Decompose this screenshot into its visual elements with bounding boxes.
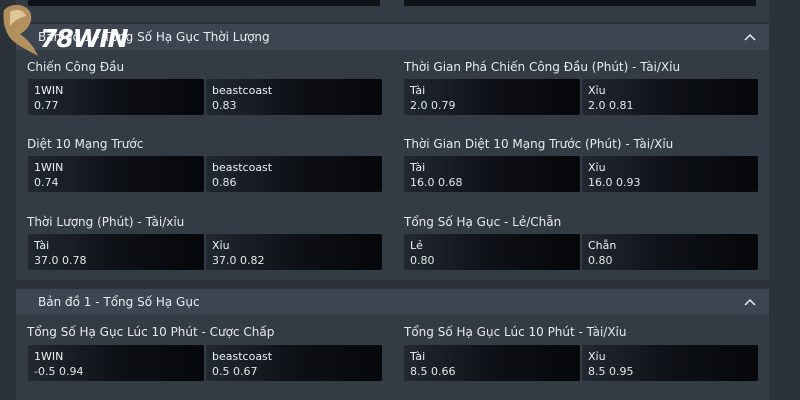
market-title: Diệt 10 Mạng Trước	[27, 137, 144, 151]
section-title: Bản đồ 1 - Tổng Số Hạ Gục	[38, 295, 200, 309]
logo-text: 78WIN	[40, 24, 129, 53]
market-title: Tổng Số Hạ Gục - Lẻ/Chẵn	[404, 215, 562, 229]
option-label: Tài	[410, 84, 426, 97]
market-title: Tổng Số Hạ Gục Lúc 10 Phút - Cược Chấp	[27, 325, 275, 339]
odds-option[interactable]: Tài 8.5 0.66	[404, 345, 580, 381]
option-odds: 8.5 0.66	[410, 365, 456, 378]
option-label: beastcoast	[212, 350, 273, 363]
chevron-up-icon[interactable]	[743, 30, 757, 44]
option-odds: 0.83	[212, 99, 237, 112]
odds-option[interactable]: Tài 16.0 0.68	[404, 156, 580, 192]
market-title: Thời Lượng (Phút) - Tài/xỉu	[27, 215, 185, 229]
option-odds: 0.80	[588, 254, 613, 267]
odds-option[interactable]: Xỉu 16.0 0.93	[582, 156, 758, 192]
brand-logo: 78WIN	[0, 0, 160, 60]
option-odds: 0.77	[34, 99, 59, 112]
odds-option[interactable]: Xỉu 2.0 0.81	[582, 79, 758, 115]
odds-option[interactable]: Xỉu 37.0 0.82	[206, 234, 382, 270]
odds-option[interactable]: beastcoast 0.83	[206, 79, 382, 115]
odds-option[interactable]: Xỉu 8.5 0.95	[582, 345, 758, 381]
section-header[interactable]: Bản đồ 1 - Tổng Số Hạ Gục	[16, 289, 769, 315]
option-odds: 16.0 0.93	[588, 176, 641, 189]
option-odds: 0.5 0.67	[212, 365, 258, 378]
option-label: Chẵn	[588, 239, 617, 252]
option-label: 1WIN	[34, 84, 64, 97]
odds-option[interactable]: 1WIN 0.74	[28, 156, 204, 192]
option-label: Tài	[410, 350, 426, 363]
odds-option[interactable]: Chẵn 0.80	[582, 234, 758, 270]
market-title: Tổng Số Hạ Gục Lúc 10 Phút - Tài/Xỉu	[404, 325, 627, 339]
option-odds: 37.0 0.78	[34, 254, 87, 267]
market-title: Chiến Công Đầu	[27, 60, 125, 74]
odds-option[interactable]: beastcoast 0.86	[206, 156, 382, 192]
odds-option[interactable]: beastcoast 0.5 0.67	[206, 345, 382, 381]
option-odds: 0.80	[410, 254, 435, 267]
option-label: Xỉu	[588, 84, 606, 97]
option-label: beastcoast	[212, 161, 273, 174]
option-label: Xỉu	[588, 350, 606, 363]
option-label: Xỉu	[588, 161, 606, 174]
option-label: Lẻ	[410, 239, 423, 252]
option-label: Tài	[410, 161, 426, 174]
option-label: Xỉu	[212, 239, 230, 252]
odds-option[interactable]: 1WIN -0.5 0.94	[28, 345, 204, 381]
option-odds: 0.74	[34, 176, 59, 189]
option-odds: 8.5 0.95	[588, 365, 634, 378]
odds-option[interactable]: Lẻ 0.80	[404, 234, 580, 270]
chevron-up-icon[interactable]	[743, 295, 757, 309]
market-title: Thời Gian Diệt 10 Mạng Trước (Phút) - Tà…	[404, 137, 674, 151]
option-label: 1WIN	[34, 161, 64, 174]
market-title: Thời Gian Phá Chiến Công Đầu (Phút) - Tà…	[404, 60, 681, 74]
option-odds: 2.0 0.81	[588, 99, 634, 112]
option-label: 1WIN	[34, 350, 64, 363]
option-odds: 16.0 0.68	[410, 176, 463, 189]
odds-option[interactable]: Tài 2.0 0.79	[404, 79, 580, 115]
odds-option[interactable]: 1WIN 0.77	[28, 79, 204, 115]
option-odds: 0.86	[212, 176, 237, 189]
option-label: beastcoast	[212, 84, 273, 97]
option-odds: -0.5 0.94	[34, 365, 84, 378]
option-odds: 37.0 0.82	[212, 254, 265, 267]
odds-option[interactable]: Tài 37.0 0.78	[28, 234, 204, 270]
option-odds: 2.0 0.79	[410, 99, 456, 112]
previous-odds-box-right[interactable]	[404, 0, 756, 6]
option-label: Tài	[34, 239, 50, 252]
